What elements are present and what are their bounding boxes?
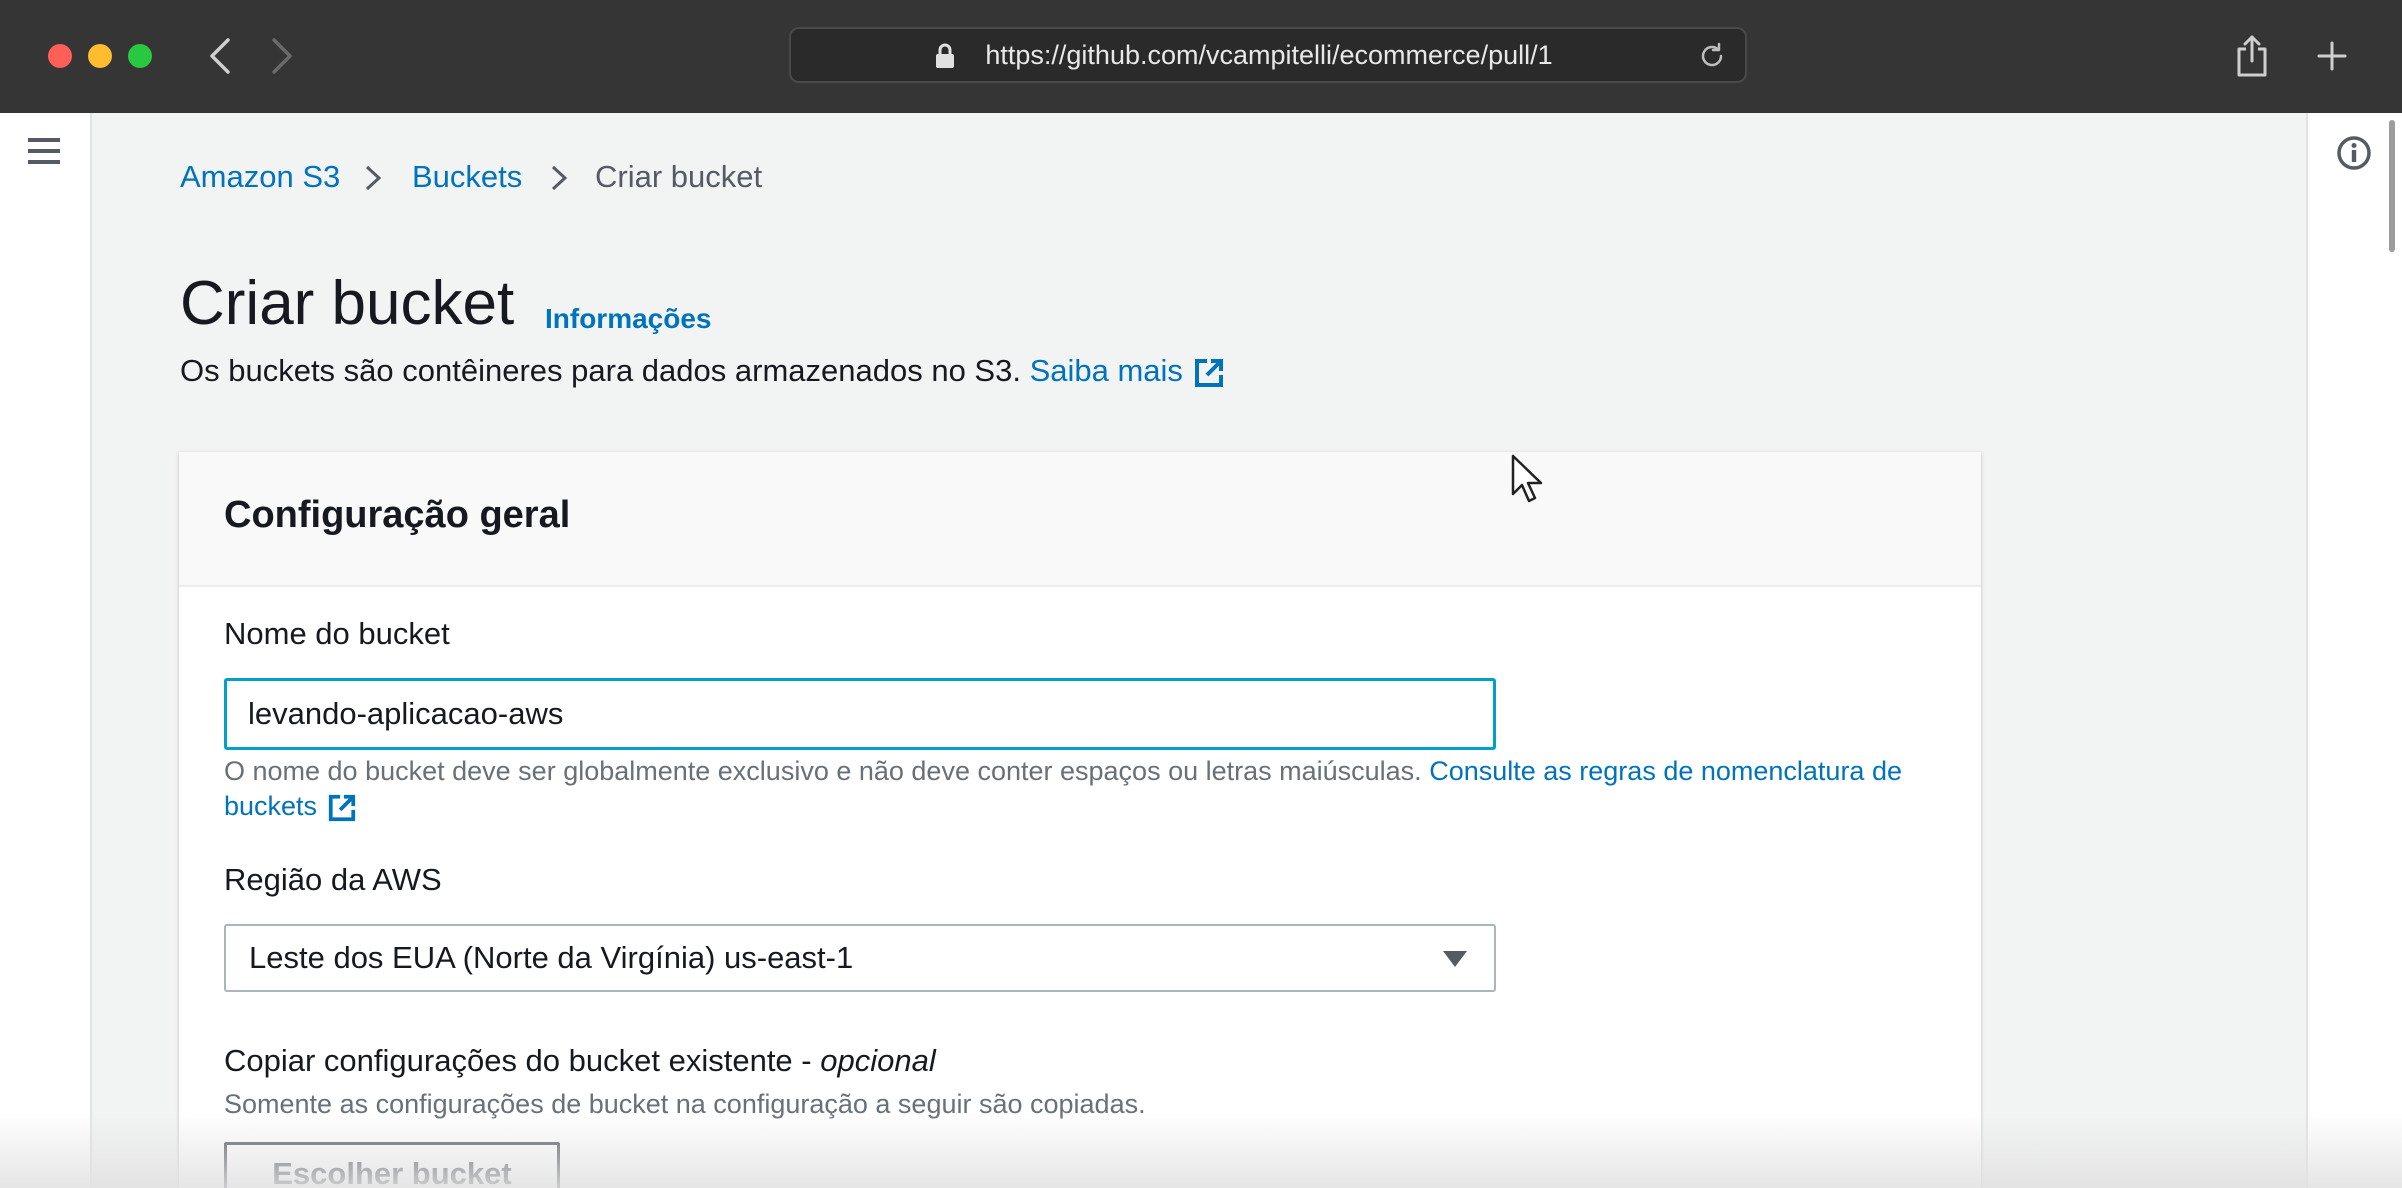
page-subtitle: Os buckets são contêineres para dados ar… [180,353,1225,389]
new-tab-button[interactable] [2308,30,2356,82]
learn-more-label: Saiba mais [1029,353,1183,388]
region-select[interactable]: Leste dos EUA (Norte da Virgínia) us-eas… [224,924,1496,992]
info-icon[interactable] [2336,135,2372,171]
info-link[interactable]: Informações [545,303,712,335]
chevron-left-icon [210,38,230,74]
scrollbar-thumb[interactable] [2389,120,2395,252]
external-link-icon [328,794,356,821]
main-content: Amazon S3 Buckets Criar bucket Criar buc… [92,113,2306,1188]
panel-title: Configuração geral [224,494,571,536]
chevron-right-icon [272,38,292,74]
hint-text: O nome do bucket deve ser globalmente ex… [224,756,1422,786]
region-label: Região da AWS [224,862,442,897]
external-link-icon [1194,358,1223,387]
share-icon [2237,35,2267,77]
chevron-right-icon [365,165,382,191]
learn-more-link[interactable]: Saiba mais [1030,353,1225,388]
copy-settings-label-text: Copiar configurações do bucket existente… [224,1043,821,1078]
optional-tag: opcional [820,1043,936,1078]
url-text: https://github.com/vcampitelli/ecommerce… [985,40,1553,70]
region-selected-value: Leste dos EUA (Norte da Virgínia) us-eas… [249,940,854,975]
share-button[interactable] [2228,30,2276,82]
back-button[interactable] [200,34,240,78]
caret-down-icon [1443,951,1467,967]
choose-bucket-button[interactable]: Escolher bucket [224,1142,560,1188]
copy-settings-description: Somente as configurações de bucket na co… [224,1089,1146,1119]
mouse-cursor-icon [1511,454,1543,503]
close-window-button[interactable] [48,44,72,68]
general-config-panel: Configuração geral Nome do bucket levand… [179,452,1981,1188]
hamburger-menu-icon[interactable] [26,136,62,166]
breadcrumb-amazon-s3[interactable]: Amazon S3 [180,157,340,197]
reload-icon[interactable] [1697,41,1727,71]
browser-titlebar: https://github.com/vcampitelli/ecommerce… [0,0,2402,113]
forward-button[interactable] [262,34,302,78]
breadcrumb-buckets[interactable]: Buckets [412,157,522,197]
bucket-name-hint: O nome do bucket deve ser globalmente ex… [224,754,1944,824]
subtitle-text: Os buckets são contêineres para dados ar… [180,353,1021,388]
panel-header: Configuração geral [179,452,1981,587]
plus-icon [2317,41,2347,71]
chevron-right-icon [551,165,568,191]
address-bar[interactable]: https://github.com/vcampitelli/ecommerce… [789,27,1747,83]
bucket-name-label: Nome do bucket [224,616,450,651]
bucket-name-input[interactable]: levando-aplicacao-aws [224,678,1496,750]
zoom-window-button[interactable] [128,44,152,68]
breadcrumb-current: Criar bucket [595,159,763,194]
lock-icon [936,43,954,68]
copy-settings-label: Copiar configurações do bucket existente… [224,1043,936,1079]
right-info-rail [2306,113,2402,1188]
minimize-window-button[interactable] [88,44,112,68]
page-title: Criar bucket [180,269,515,338]
left-nav-rail [0,113,92,1188]
